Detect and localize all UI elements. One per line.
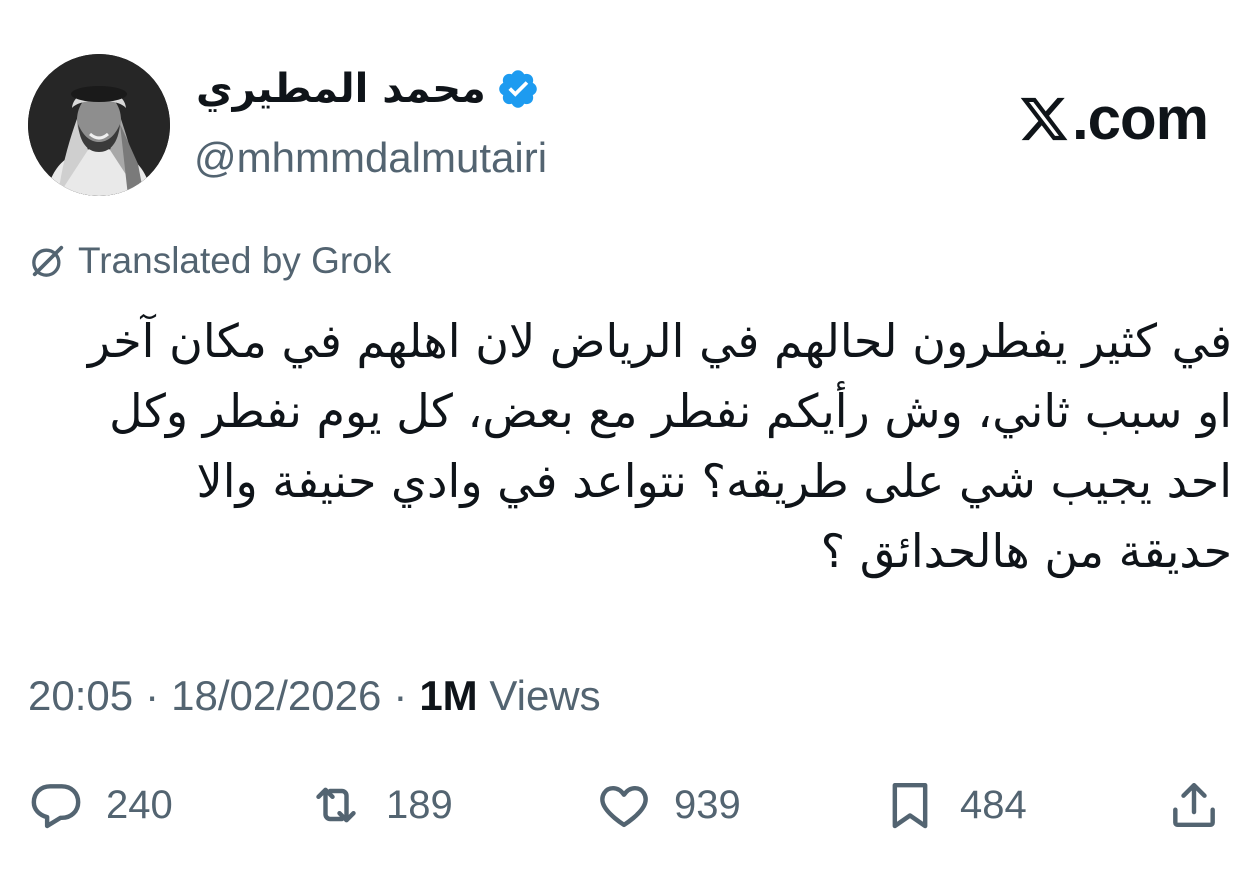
tweet-time[interactable]: 20:05 [28,672,133,720]
reply-icon [31,784,81,829]
like-button[interactable]: 939 [596,770,741,840]
tweet-line: او سبب ثاني، وش رأيكم نفطر مع بعض، كل يو… [109,384,1232,438]
meta-separator: · [393,672,408,719]
repost-icon [316,787,356,823]
tweet-text: في كثير يفطرون لحالهم في الرياض لان اهله… [40,306,1232,586]
verified-badge-icon[interactable] [496,67,540,111]
grok-icon [32,245,64,277]
display-name[interactable]: محمد المطيري [196,66,486,112]
tweet-meta: 20:05 · 18/02/2026 · 1M Views [28,672,601,720]
reply-count: 240 [106,782,173,827]
repost-button[interactable]: 189 [308,770,453,840]
x-logo-icon [1020,97,1068,140]
translation-notice[interactable]: Translated by Grok [28,240,391,282]
bookmark-count: 484 [960,782,1027,827]
action-bar: 240 189 939 484 [0,770,1260,840]
display-name-row[interactable]: محمد المطيري [196,66,540,112]
repost-count: 189 [386,782,453,827]
heart-icon [600,785,648,828]
reply-button[interactable]: 240 [28,770,173,840]
translation-label: Translated by Grok [78,240,392,281]
bookmark-icon [892,782,928,829]
tweet-date[interactable]: 18/02/2026 [171,672,381,720]
user-handle[interactable]: @mhmmdalmutairi [194,134,547,182]
views-label: Views [489,672,601,719]
brand-domain: .com [1071,85,1209,152]
avatar[interactable] [28,54,170,196]
tweet-line: حديقة من هالحدائق ؟ [820,524,1232,578]
tweet-line: في كثير يفطرون لحالهم في الرياض لان اهله… [87,314,1232,368]
share-button[interactable] [1166,770,1222,840]
brand-watermark: .com [1018,84,1209,153]
tweet-line: احد يجيب شي على طريقه؟ نتواعد في وادي حن… [196,454,1232,508]
share-icon [1173,782,1215,828]
bookmark-button[interactable]: 484 [882,770,1027,840]
like-count: 939 [674,782,741,827]
meta-separator: · [145,672,160,719]
views-count: 1M [419,672,478,719]
